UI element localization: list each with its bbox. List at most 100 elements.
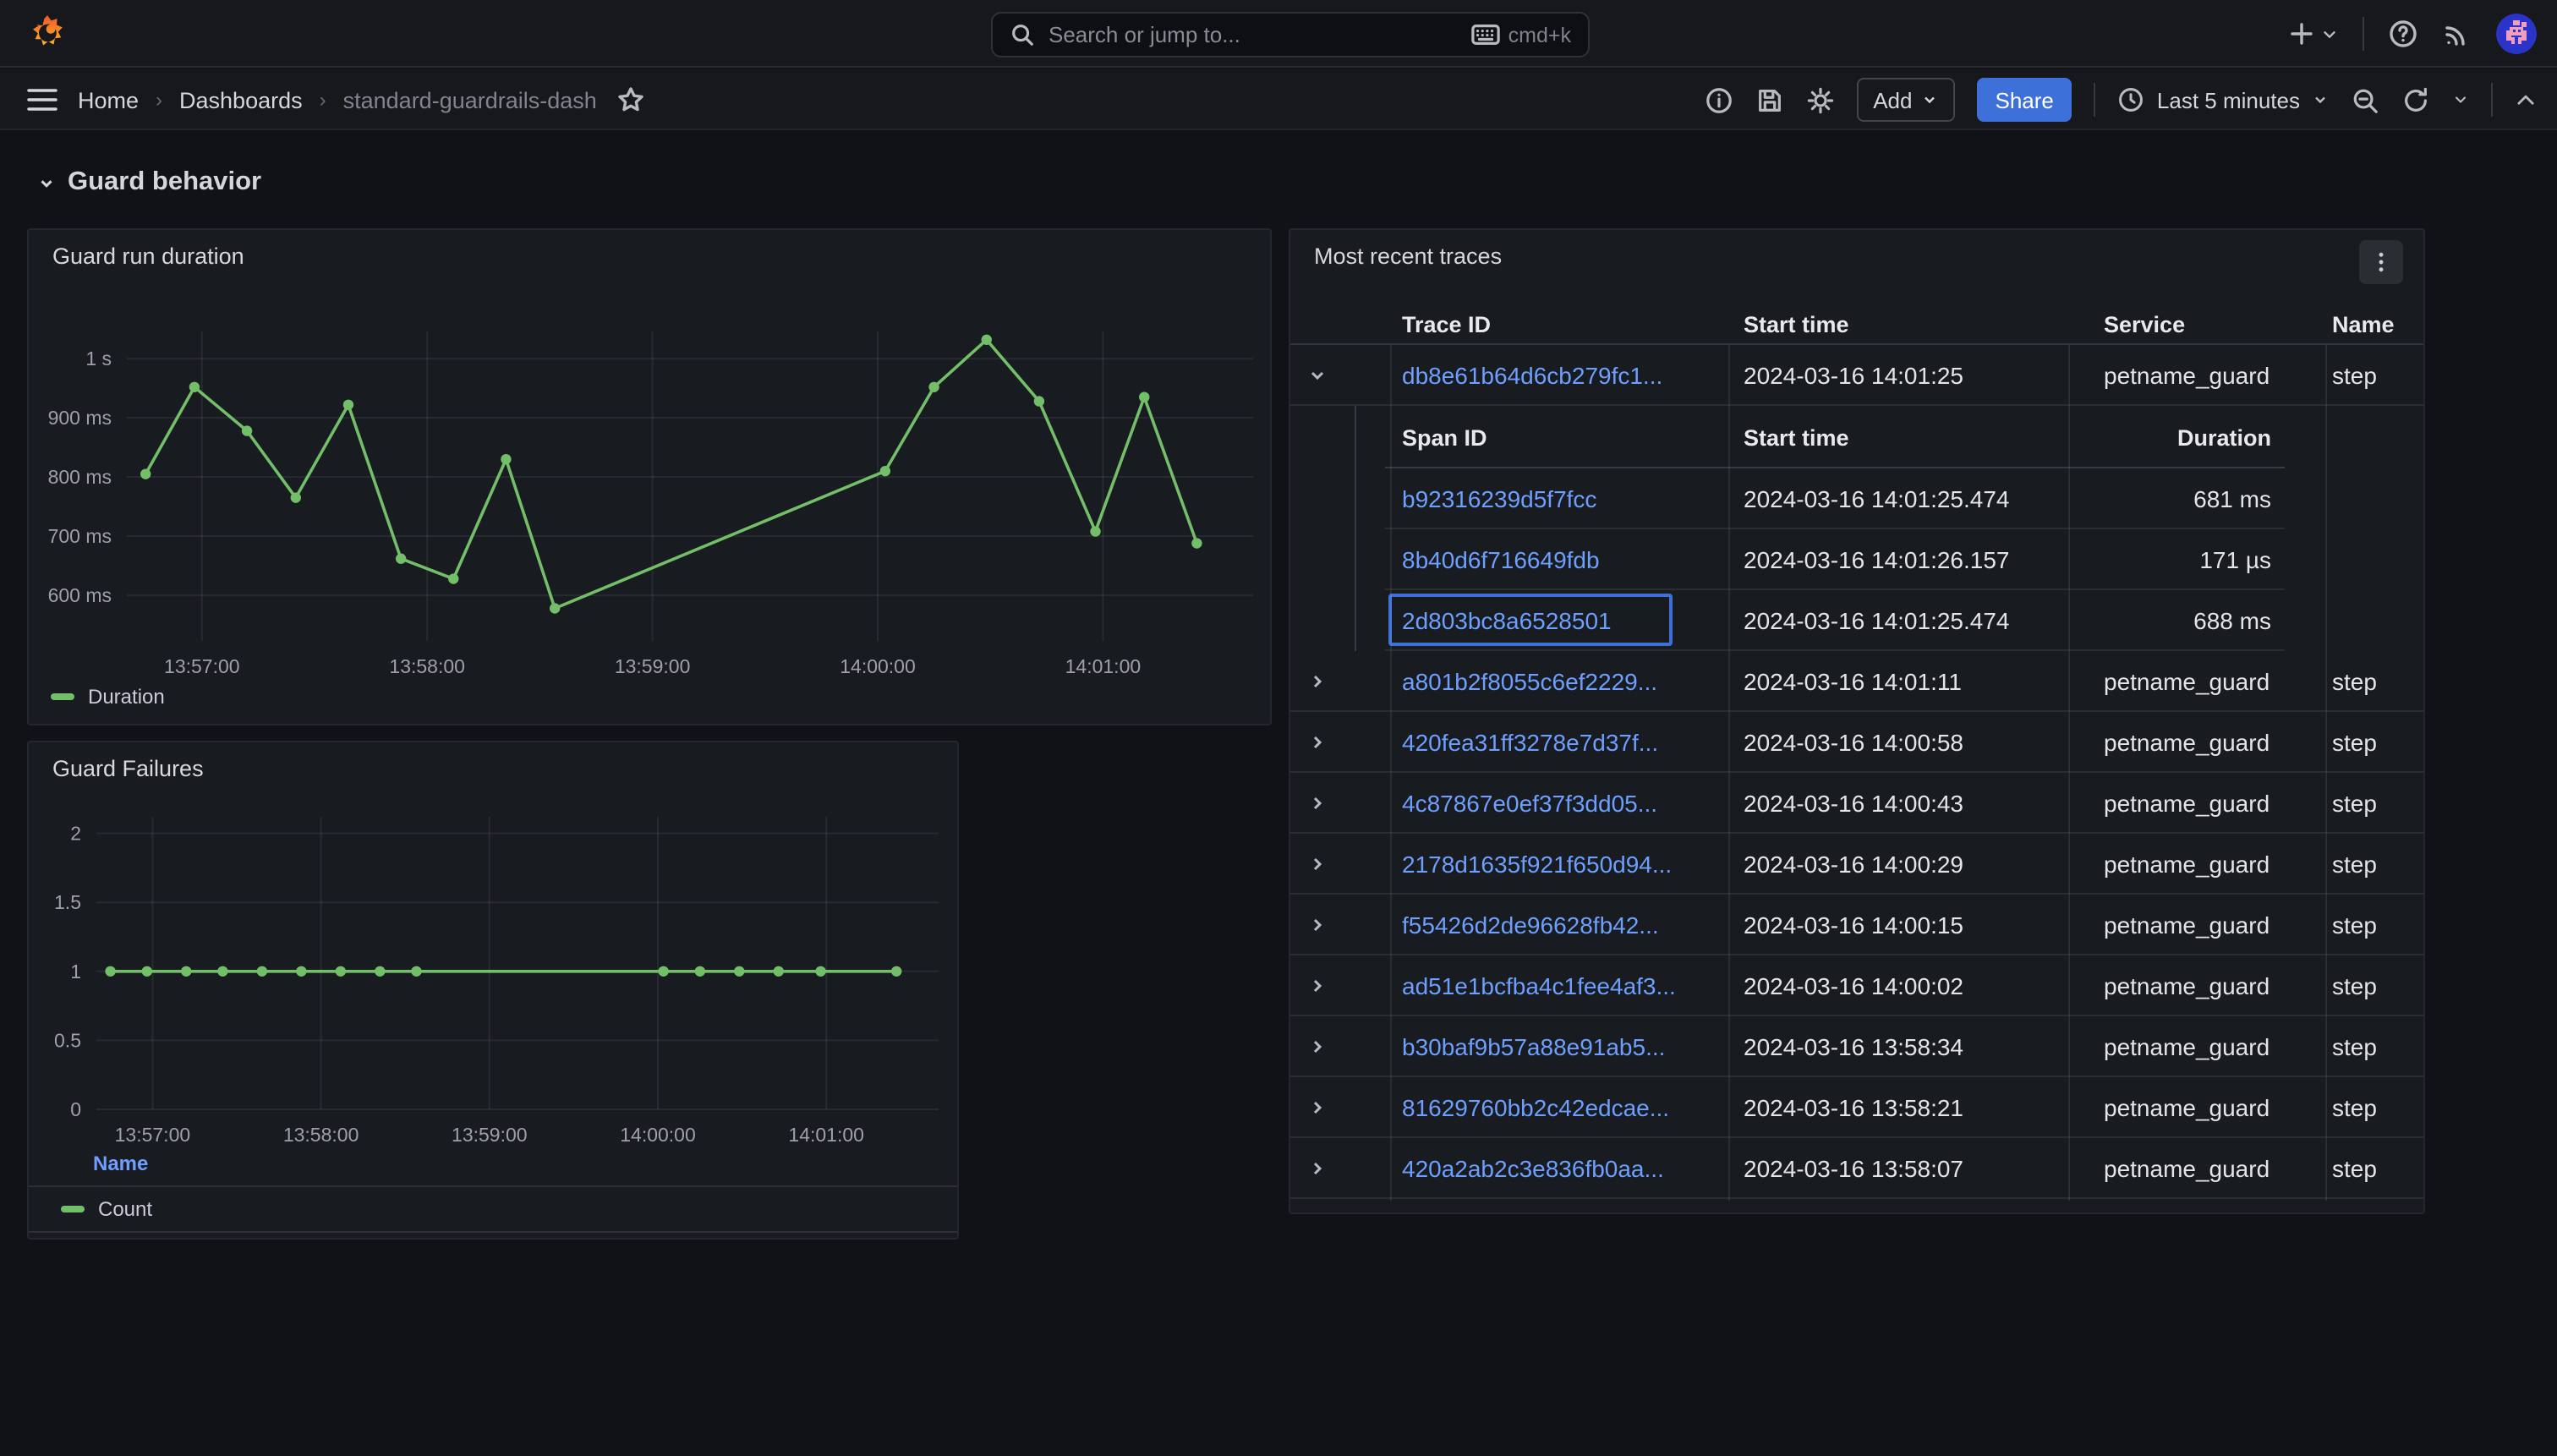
- trace-service: petname_guard: [2104, 850, 2270, 877]
- top-bar: Search or jump to... cmd+k: [0, 0, 2557, 68]
- legend-sort-header[interactable]: Name: [93, 1152, 148, 1175]
- legend-label: Count: [98, 1197, 152, 1221]
- panel-most-recent-traces: Most recent traces Trace ID Start time S…: [1289, 228, 2425, 1214]
- grafana-logo-icon[interactable]: [27, 14, 68, 54]
- panel-guard-failures: Guard Failures 00.511.5213:57:0013:58:00…: [27, 741, 959, 1240]
- collapse-toolbar-caret-icon[interactable]: [2515, 89, 2537, 111]
- failures-chart[interactable]: 00.511.5213:57:0013:58:0013:59:0014:00:0…: [29, 742, 961, 1179]
- trace-id-link[interactable]: 420fea31ff3278e7d37f...: [1402, 728, 1658, 755]
- add-button[interactable]: Add: [1856, 78, 1954, 122]
- trace-row[interactable]: f55426d2de96628fb42... 2024-03-16 14:00:…: [1290, 895, 2423, 955]
- legend-item-duration[interactable]: Duration: [51, 685, 165, 709]
- save-dashboard-icon[interactable]: [1755, 85, 1783, 114]
- panel-info-icon[interactable]: [1704, 85, 1733, 114]
- trace-start-time: 2024-03-16 13:58:34: [1744, 1032, 1963, 1059]
- expand-row-chevron-icon[interactable]: [1307, 914, 1328, 934]
- zoom-out-icon[interactable]: [2351, 85, 2379, 114]
- expand-row-chevron-icon[interactable]: [1307, 975, 1328, 995]
- span-duration: 688 ms: [2193, 607, 2271, 634]
- expand-row-chevron-icon[interactable]: [1307, 792, 1328, 813]
- news-rss-icon[interactable]: [2442, 19, 2472, 49]
- trace-id-link[interactable]: ad51e1bcfba4c1fee4af3...: [1402, 972, 1676, 999]
- dashboard-canvas: Guard behavior Guard run duration 600 ms…: [0, 130, 2557, 1456]
- trace-row[interactable]: b30baf9b57a88e91ab5... 2024-03-16 13:58:…: [1290, 1016, 2423, 1077]
- trace-start-time: 2024-03-16 14:01:25: [1744, 361, 1963, 388]
- trace-start-time: 2024-03-16 14:00:43: [1744, 789, 1963, 816]
- trace-name: step: [2332, 972, 2377, 999]
- breadcrumb-home[interactable]: Home: [78, 87, 139, 112]
- traces-table-header: Trace ID Start time Service Name: [1290, 304, 2423, 345]
- trace-row-expanded[interactable]: db8e61b64d6cb279fc1... 2024-03-16 14:01:…: [1290, 345, 2423, 406]
- topbar-divider: [2363, 17, 2364, 51]
- trace-id-link[interactable]: 4c87867e0ef37f3dd05...: [1402, 789, 1657, 816]
- col-header-span-id: Span ID: [1402, 424, 1487, 450]
- trace-id-link[interactable]: f55426d2de96628fb42...: [1402, 911, 1659, 938]
- trace-id-link[interactable]: 2178d1635f921f650d94...: [1402, 850, 1672, 877]
- spans-header: Span ID Start time Duration: [1290, 406, 2423, 468]
- collapse-row-chevron-icon[interactable]: [1307, 364, 1328, 385]
- svg-text:13:57:00: 13:57:00: [164, 655, 240, 677]
- expand-row-chevron-icon[interactable]: [1307, 1036, 1328, 1056]
- legend-item-count[interactable]: Count: [61, 1197, 152, 1221]
- global-search-input[interactable]: Search or jump to... cmd+k: [991, 12, 1590, 57]
- svg-text:1.5: 1.5: [54, 891, 81, 913]
- span-row[interactable]: 2d803bc8a6528501 2024-03-16 14:01:25.474…: [1290, 590, 2423, 651]
- trace-row[interactable]: 420fea31ff3278e7d37f... 2024-03-16 14:00…: [1290, 712, 2423, 773]
- expand-row-chevron-icon[interactable]: [1307, 731, 1328, 752]
- row-guard-behavior[interactable]: Guard behavior: [37, 167, 261, 198]
- trace-row[interactable]: ad51e1bcfba4c1fee4af3... 2024-03-16 14:0…: [1290, 955, 2423, 1016]
- trace-id-link[interactable]: a801b2f8055c6ef2229...: [1402, 667, 1657, 694]
- time-range-picker[interactable]: Last 5 minutes: [2118, 86, 2329, 113]
- expand-row-chevron-icon[interactable]: [1307, 671, 1328, 691]
- trace-id-link[interactable]: b30baf9b57a88e91ab5...: [1402, 1032, 1665, 1059]
- svg-text:700 ms: 700 ms: [48, 525, 112, 547]
- toolbar-divider: [2491, 83, 2493, 117]
- search-shortcut-label: cmd+k: [1508, 23, 1571, 47]
- panel-title[interactable]: Most recent traces: [1314, 244, 1502, 269]
- menu-hamburger-icon[interactable]: [27, 88, 57, 112]
- span-id-link[interactable]: 8b40d6f716649fdb: [1402, 546, 1600, 573]
- trace-service: petname_guard: [2104, 361, 2270, 388]
- trace-id-link[interactable]: db8e61b64d6cb279fc1...: [1402, 361, 1662, 388]
- trace-id-link[interactable]: 81629760bb2c42edcae...: [1402, 1093, 1669, 1120]
- trace-service: petname_guard: [2104, 667, 2270, 694]
- trace-row[interactable]: 4c87867e0ef37f3dd05... 2024-03-16 14:00:…: [1290, 773, 2423, 834]
- toolbar-divider: [2094, 83, 2096, 117]
- span-row[interactable]: 8b40d6f716649fdb 2024-03-16 14:01:26.157…: [1290, 529, 2423, 590]
- duration-chart[interactable]: 600 ms700 ms800 ms900 ms1 s13:57:0013:58…: [29, 230, 1273, 727]
- span-id-link[interactable]: 2d803bc8a6528501: [1402, 607, 1612, 634]
- help-icon[interactable]: [2388, 19, 2418, 49]
- trace-id-link[interactable]: 420a2ab2c3e836fb0aa...: [1402, 1154, 1664, 1181]
- dashboard-settings-gear-icon[interactable]: [1805, 85, 1834, 114]
- panel-menu-kebab-icon[interactable]: [2359, 240, 2403, 284]
- span-row[interactable]: b92316239d5f7fcc 2024-03-16 14:01:25.474…: [1290, 468, 2423, 529]
- grafana-app: Search or jump to... cmd+k: [0, 0, 2557, 1456]
- trace-row[interactable]: a801b2f8055c6ef2229... 2024-03-16 14:01:…: [1290, 651, 2423, 712]
- add-new-icon[interactable]: [2288, 20, 2339, 47]
- favorite-star-icon[interactable]: [617, 86, 644, 113]
- legend-swatch: [61, 1206, 85, 1212]
- span-id-link[interactable]: b92316239d5f7fcc: [1402, 485, 1596, 512]
- refresh-interval-chevron-icon[interactable]: [2452, 91, 2469, 108]
- trace-start-time: 2024-03-16 14:00:29: [1744, 850, 1963, 877]
- expand-row-chevron-icon[interactable]: [1307, 1097, 1328, 1117]
- trace-start-time: 2024-03-16 14:00:02: [1744, 972, 1963, 999]
- expand-row-chevron-icon[interactable]: [1307, 853, 1328, 873]
- trace-name: step: [2332, 789, 2377, 816]
- trace-row[interactable]: 81629760bb2c42edcae... 2024-03-16 13:58:…: [1290, 1077, 2423, 1138]
- clock-icon: [2118, 86, 2145, 113]
- user-avatar[interactable]: [2496, 14, 2537, 54]
- share-button[interactable]: Share: [1977, 78, 2072, 122]
- refresh-icon[interactable]: [2401, 85, 2430, 114]
- trace-name: step: [2332, 361, 2377, 388]
- col-header-name: Name: [2332, 311, 2395, 337]
- expand-row-chevron-icon[interactable]: [1307, 1158, 1328, 1178]
- trace-service: petname_guard: [2104, 1154, 2270, 1181]
- traces-table: Trace ID Start time Service Name db8e61b…: [1290, 304, 2423, 1199]
- trace-row[interactable]: 2178d1635f921f650d94... 2024-03-16 14:00…: [1290, 834, 2423, 895]
- dashboard-toolbar: Home › Dashboards › standard-guardrails-…: [0, 69, 2557, 130]
- trace-spans-subtable: Span ID Start time Duration b92316239d5f…: [1290, 406, 2423, 651]
- breadcrumb-dashboards[interactable]: Dashboards: [179, 87, 303, 112]
- trace-row[interactable]: 420a2ab2c3e836fb0aa... 2024-03-16 13:58:…: [1290, 1138, 2423, 1199]
- col-header-start-time: Start time: [1744, 311, 1849, 337]
